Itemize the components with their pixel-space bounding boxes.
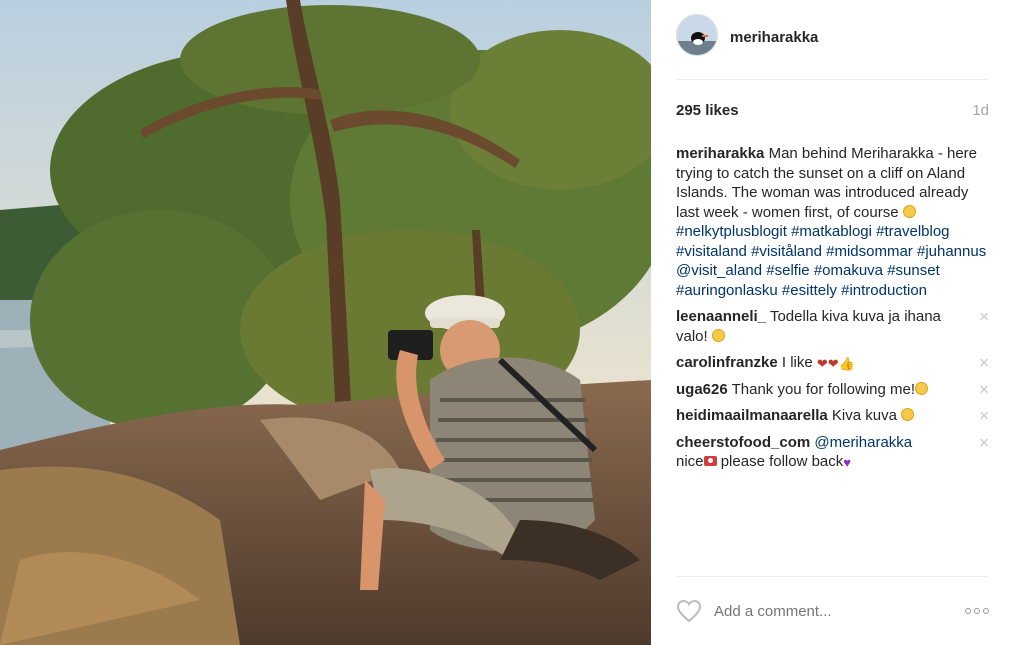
comment-text: nice [676,453,704,470]
hashtag[interactable]: #selfie [766,262,809,279]
comment-username[interactable]: leenaanneli_ [676,308,766,325]
mention[interactable]: @visit_aland [676,262,762,279]
avatar-image [677,15,717,55]
post-photo[interactable] [0,0,651,645]
hashtag[interactable]: #travelblog [876,223,949,240]
hashtag[interactable]: #midsommar [826,243,913,260]
avatar[interactable] [676,14,718,56]
post-details-panel: meriharakka 295 likes 1d meriharakka Man… [651,0,1012,645]
thumbs-up-icon: 👍 [838,355,855,371]
comments-list: meriharakka Man behind Meriharakka - her… [676,144,989,472]
hashtag[interactable]: #introduction [841,282,927,299]
comment-item: leenaanneli_ Todella kiva kuva ja ihana … [676,307,989,346]
hashtag[interactable]: #juhannus [917,243,986,260]
likes-row: 295 likes 1d [676,102,989,119]
hashtag[interactable]: #nelkytplusblogit [676,223,787,240]
close-icon[interactable]: × [979,406,989,425]
close-icon[interactable]: × [979,353,989,372]
comment-username[interactable]: uga626 [676,381,728,398]
post-author-username[interactable]: meriharakka [730,29,818,46]
post-timestamp[interactable]: 1d [972,102,989,119]
mention[interactable]: @meriharakka [814,434,912,451]
camera-emoji-icon [703,456,717,466]
smile-emoji-icon [711,328,725,342]
comment-item: heidimaailmanaarella Kiva kuva × [676,406,989,426]
grin-emoji-icon [915,381,929,395]
comment-item: uga626 Thank you for following me! × [676,380,989,400]
comment-item: cheerstofood_com @meriharakka nice pleas… [676,433,989,472]
hashtag[interactable]: #omakuva [814,262,883,279]
close-icon[interactable]: × [979,433,989,452]
caption-username[interactable]: meriharakka [676,145,764,162]
hashtag[interactable]: #auringonlasku [676,282,778,299]
hashtag[interactable]: #matkablogi [791,223,872,240]
hashtag[interactable]: #esittely [782,282,837,299]
comment-text: Thank you for following me! [731,380,916,398]
comment-text: I like [781,354,813,371]
close-icon[interactable]: × [979,380,989,399]
heart-outline-icon[interactable] [676,599,702,623]
close-icon[interactable]: × [979,307,989,326]
comment-username[interactable]: carolinfranzke [676,354,778,371]
comment-text: Kiva kuva [831,407,897,424]
smile-emoji-icon [902,204,916,218]
post-footer [676,576,989,645]
comment-username[interactable]: heidimaailmanaarella [676,407,828,424]
hashtag[interactable]: #visitåland [751,243,822,260]
more-options-icon[interactable] [965,608,989,614]
likes-count[interactable]: 295 likes [676,102,739,119]
caption: meriharakka Man behind Meriharakka - her… [676,144,989,300]
hashtag[interactable]: #sunset [887,262,940,279]
comment-username[interactable]: cheerstofood_com [676,434,810,451]
hearts-emoji-icon: ❤❤ [816,355,839,371]
add-comment-input[interactable] [714,602,944,620]
photo-image [0,0,651,645]
comment-text: please follow back [720,453,844,470]
post-header: meriharakka [676,14,989,80]
purple-heart-icon: ♥ [843,454,851,470]
hashtag[interactable]: #visitaland [676,243,747,260]
comment-item: carolinfranzke I like ❤❤👍 × [676,353,989,373]
smile-emoji-icon [901,408,915,421]
